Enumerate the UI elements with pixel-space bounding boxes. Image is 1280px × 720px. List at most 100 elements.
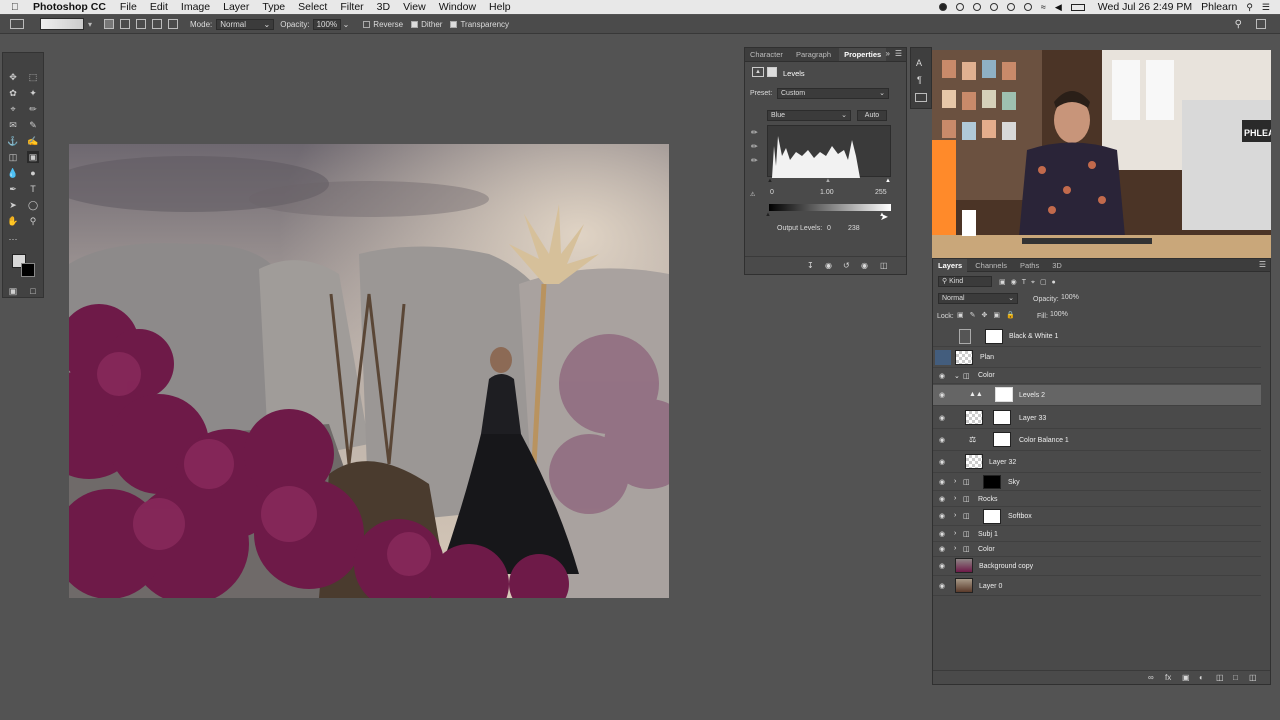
opacity-chevron-icon[interactable]: ⌄: [343, 20, 350, 29]
trash-icon[interactable]: ◫: [880, 261, 888, 270]
input-sliders[interactable]: ▲ ▲ ▲: [767, 178, 891, 184]
white-point-eyedropper-icon[interactable]: ✏: [751, 156, 758, 165]
adjustment-layer-icon[interactable]: ◐: [1199, 673, 1204, 682]
visibility-eye-icon[interactable]: ◉: [939, 479, 946, 486]
background-color-swatch[interactable]: [21, 263, 35, 277]
gradient-tool-icon[interactable]: ▣: [27, 151, 39, 163]
layer-row[interactable]: ◉ › ◫ Subj 1: [933, 527, 1261, 542]
fx-icon[interactable]: fx: [1165, 673, 1171, 682]
visibility-eye-icon[interactable]: ◉: [939, 531, 946, 538]
volume-icon[interactable]: ◀: [1055, 2, 1062, 13]
layer-mask-icon[interactable]: [767, 67, 777, 77]
chevron-down-icon[interactable]: ⌄: [954, 372, 960, 380]
channel-select[interactable]: Blue ⌄: [767, 110, 851, 121]
collapse-panel-icon[interactable]: »: [886, 49, 890, 58]
visibility-eye-icon[interactable]: ◉: [939, 373, 946, 380]
visibility-eye-icon[interactable]: ◉: [939, 459, 946, 466]
clip-to-layer-icon[interactable]: ↧: [807, 261, 814, 270]
layer-row[interactable]: ◉ Layer 0: [933, 577, 1261, 596]
tab-paths[interactable]: Paths: [1015, 259, 1044, 272]
input-white-slider-icon[interactable]: ▲: [885, 178, 891, 184]
tab-3d[interactable]: 3D: [1047, 259, 1067, 272]
history-brush-tool-icon[interactable]: ✍: [27, 135, 39, 147]
dither-checkbox[interactable]: Dither: [411, 20, 442, 29]
tool-preset-icon[interactable]: [10, 19, 24, 29]
layer-row[interactable]: ◉ ⚖ Color Balance 1: [933, 430, 1261, 451]
layer-row[interactable]: ◉ ⌄ ◫ Color: [933, 369, 1261, 384]
visibility-eye-icon[interactable]: ◉: [939, 583, 946, 590]
zoom-tool-icon[interactable]: ⚲: [27, 215, 39, 227]
menu-layer[interactable]: Layer: [223, 1, 249, 13]
lasso-tool-icon[interactable]: ✿: [7, 87, 19, 99]
bluetooth-icon[interactable]: [1023, 3, 1032, 11]
layer-row[interactable]: ◉ Background copy: [933, 557, 1261, 576]
filter-kind-select[interactable]: ⚲ Kind: [938, 276, 992, 287]
visibility-eye-icon[interactable]: ◉: [939, 546, 946, 553]
tab-properties[interactable]: Properties: [839, 48, 887, 61]
diamond-gradient-icon[interactable]: [168, 19, 179, 29]
black-point-eyedropper-icon[interactable]: ✏: [751, 128, 758, 137]
transparency-checkbox[interactable]: Transparency: [450, 20, 509, 29]
fill-value[interactable]: 100%: [1047, 310, 1073, 321]
layer-row[interactable]: ◉ ▲▲ Levels 2: [933, 385, 1261, 406]
menu-help[interactable]: Help: [489, 1, 511, 13]
chevron-right-icon[interactable]: ›: [954, 495, 956, 502]
magic-wand-tool-icon[interactable]: ✦: [27, 87, 39, 99]
lock-icons[interactable]: ▣✎✥▣🔒: [957, 311, 1021, 319]
visibility-icon[interactable]: ◉: [861, 261, 868, 270]
input-white-value[interactable]: 255: [875, 189, 887, 196]
output-white-value[interactable]: 238: [848, 225, 860, 232]
character-panel-icon[interactable]: A: [916, 58, 922, 68]
creative-cloud-icon[interactable]: [955, 3, 964, 11]
calculate-histogram-icon[interactable]: ⚠: [750, 191, 755, 198]
path-selection-tool-icon[interactable]: ➤: [7, 199, 19, 211]
layer-row[interactable]: ◉ › ◫ Softbox: [933, 508, 1261, 526]
output-black-slider-icon[interactable]: ▲: [765, 212, 771, 218]
visibility-eye-icon[interactable]: ◉: [939, 563, 946, 570]
sync-icon[interactable]: [989, 3, 998, 11]
record-icon[interactable]: [938, 3, 947, 11]
visibility-eye-icon[interactable]: ◉: [939, 496, 946, 503]
more-tools-icon[interactable]: ⋯: [7, 233, 19, 245]
brush-tool-icon[interactable]: ✎: [27, 119, 39, 131]
quick-mask-icon[interactable]: ▣: [7, 285, 19, 297]
linear-gradient-icon[interactable]: [104, 19, 115, 29]
dropbox-icon[interactable]: [972, 3, 981, 11]
visibility-eye-icon[interactable]: ◉: [939, 513, 946, 520]
input-gray-slider-icon[interactable]: ▲: [825, 178, 831, 184]
visibility-eye-icon[interactable]: ◉: [939, 437, 946, 444]
reset-icon[interactable]: ↺: [843, 261, 850, 270]
chevron-right-icon[interactable]: ›: [954, 545, 956, 552]
user-name[interactable]: Phlearn: [1201, 1, 1237, 13]
menu-file[interactable]: File: [120, 1, 137, 13]
preset-select[interactable]: Custom ⌄: [777, 88, 889, 99]
mode-select[interactable]: Normal ⌄: [216, 18, 275, 30]
menu-edit[interactable]: Edit: [150, 1, 168, 13]
layer-row[interactable]: Plan: [933, 348, 1261, 368]
eraser-tool-icon[interactable]: ◫: [7, 151, 19, 163]
paragraph-panel-icon[interactable]: ¶: [917, 75, 922, 85]
type-tool-icon[interactable]: T: [27, 183, 39, 195]
visibility-eye-icon[interactable]: ◉: [939, 415, 946, 422]
chevron-right-icon[interactable]: ›: [954, 530, 956, 537]
visibility-eye-icon[interactable]: ◉: [939, 392, 946, 399]
tab-paragraph[interactable]: Paragraph: [791, 48, 836, 61]
layer-row[interactable]: ◉ › ◫ Sky: [933, 474, 1261, 491]
menu-filter[interactable]: Filter: [340, 1, 363, 13]
input-black-value[interactable]: 0: [770, 189, 774, 196]
new-group-icon[interactable]: ◫: [1216, 673, 1224, 682]
chevron-right-icon[interactable]: ›: [954, 478, 956, 485]
input-gamma-value[interactable]: 1.00: [820, 189, 834, 196]
layer-row[interactable]: ◉ › ◫ Rocks: [933, 492, 1261, 507]
layer-row[interactable]: ◉ Layer 32: [933, 452, 1261, 473]
output-black-value[interactable]: 0: [827, 225, 831, 232]
menu-window[interactable]: Window: [439, 1, 476, 13]
crop-tool-icon[interactable]: ⌖: [7, 103, 19, 115]
input-black-slider-icon[interactable]: ▲: [767, 178, 773, 184]
menu-image[interactable]: Image: [181, 1, 210, 13]
gradient-swatch[interactable]: [40, 18, 84, 30]
tab-channels[interactable]: Channels: [970, 259, 1012, 272]
layer-row[interactable]: ◉ › ◫ Color: [933, 543, 1261, 557]
reflected-gradient-icon[interactable]: [152, 19, 163, 29]
apple-icon[interactable]: : [11, 2, 27, 13]
